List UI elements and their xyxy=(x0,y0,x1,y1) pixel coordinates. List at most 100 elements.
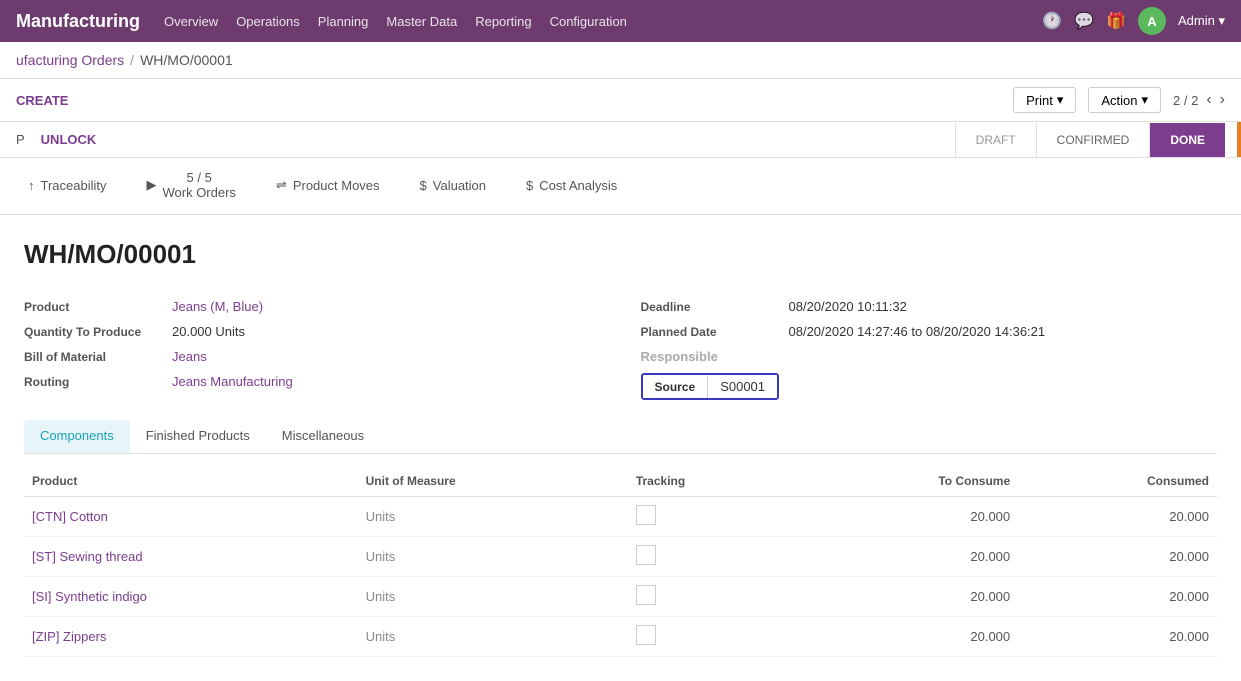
next-button[interactable]: › xyxy=(1220,91,1225,109)
nav-planning[interactable]: Planning xyxy=(318,14,369,29)
clock-icon[interactable]: 🕐 xyxy=(1042,11,1062,31)
chat-icon[interactable]: 💬 xyxy=(1074,11,1094,31)
col-product: Product xyxy=(24,466,358,497)
cell-tracking[interactable] xyxy=(628,537,795,577)
cell-uom: Units xyxy=(358,497,628,537)
nav-overview[interactable]: Overview xyxy=(164,14,218,29)
nav-reporting[interactable]: Reporting xyxy=(475,14,531,29)
source-input-box[interactable]: Source S00001 xyxy=(641,373,780,400)
bom-field: Bill of Material Jeans xyxy=(24,344,601,369)
cell-tracking[interactable] xyxy=(628,617,795,657)
planned-value: 08/20/2020 14:27:46 to 08/20/2020 14:36:… xyxy=(789,324,1046,339)
breadcrumb-parent[interactable]: ufacturing Orders xyxy=(16,52,124,68)
product-moves-icon: ⇌ xyxy=(276,177,287,193)
cell-uom: Units xyxy=(358,537,628,577)
top-navigation: Manufacturing Overview Operations Planni… xyxy=(0,0,1241,42)
planned-label: Planned Date xyxy=(641,325,781,339)
valuation-icon: $ xyxy=(420,178,427,193)
product-field: Product Jeans (M, Blue) xyxy=(24,294,601,319)
app-brand: Manufacturing xyxy=(16,11,140,32)
cell-consumed: 20.000 xyxy=(1018,577,1217,617)
status-left-actions: P UNLOCK xyxy=(16,122,96,157)
pagination-text: 2 / 2 xyxy=(1173,93,1198,108)
deadline-field: Deadline 08/20/2020 10:11:32 xyxy=(641,294,1218,319)
nav-operations[interactable]: Operations xyxy=(236,14,300,29)
col-tracking: Tracking xyxy=(628,466,795,497)
cell-uom: Units xyxy=(358,617,628,657)
cell-to-consume: 20.000 xyxy=(794,577,1018,617)
product-value[interactable]: Jeans (M, Blue) xyxy=(172,299,263,314)
order-title: WH/MO/00001 xyxy=(24,239,1217,270)
table-row: [CTN] Cotton Units 20.000 20.000 xyxy=(24,497,1217,537)
admin-dropdown[interactable]: Admin ▾ xyxy=(1178,13,1225,29)
action-label: Action xyxy=(1101,93,1137,108)
cell-consumed: 20.000 xyxy=(1018,617,1217,657)
qty-field: Quantity To Produce 20.000 Units xyxy=(24,319,601,344)
qty-label: Quantity To Produce xyxy=(24,325,164,339)
tab-work-orders[interactable]: ▶ 5 / 5Work Orders xyxy=(126,158,255,214)
unlock-button[interactable]: UNLOCK xyxy=(41,132,97,147)
breadcrumb: ufacturing Orders / WH/MO/00001 xyxy=(0,42,1241,79)
action-chevron-icon: ▾ xyxy=(1142,92,1149,108)
done-indicator xyxy=(1237,122,1241,157)
table-row: [ST] Sewing thread Units 20.000 20.000 xyxy=(24,537,1217,577)
tab-valuation[interactable]: $ Valuation xyxy=(400,158,506,214)
source-field: Source S00001 xyxy=(641,373,1218,400)
cell-tracking[interactable] xyxy=(628,577,795,617)
responsible-field: Responsible xyxy=(641,344,1218,369)
routing-label: Routing xyxy=(24,375,164,389)
status-draft[interactable]: DRAFT xyxy=(955,123,1036,157)
planned-field: Planned Date 08/20/2020 14:27:46 to 08/2… xyxy=(641,319,1218,344)
qty-value[interactable]: 20.000 Units xyxy=(172,324,245,339)
scrap-button[interactable]: P xyxy=(16,132,25,147)
cell-product[interactable]: [SI] Synthetic indigo xyxy=(24,577,358,617)
cell-to-consume: 20.000 xyxy=(794,617,1018,657)
work-orders-icon: ▶ xyxy=(146,177,156,193)
cell-consumed: 20.000 xyxy=(1018,537,1217,577)
cell-product[interactable]: [ST] Sewing thread xyxy=(24,537,358,577)
cell-tracking[interactable] xyxy=(628,497,795,537)
components-table: Product Unit of Measure Tracking To Cons… xyxy=(24,466,1217,657)
cost-analysis-icon: $ xyxy=(526,178,533,193)
tab-traceability[interactable]: ↑ Traceability xyxy=(8,158,126,214)
prev-button[interactable]: ‹ xyxy=(1206,91,1211,109)
status-confirmed[interactable]: CONFIRMED xyxy=(1036,123,1150,157)
create-button[interactable]: CREATE xyxy=(16,89,68,112)
product-label: Product xyxy=(24,300,164,314)
top-right-icons: 🕐 💬 🎁 A Admin ▾ xyxy=(1042,7,1225,35)
nav-master-data[interactable]: Master Data xyxy=(386,14,457,29)
nav-configuration[interactable]: Configuration xyxy=(550,14,627,29)
breadcrumb-separator: / xyxy=(130,52,134,68)
pagination: 2 / 2 ‹ › xyxy=(1173,91,1225,109)
bom-value[interactable]: Jeans xyxy=(172,349,207,364)
gift-icon[interactable]: 🎁 xyxy=(1106,11,1126,31)
table-row: [ZIP] Zippers Units 20.000 20.000 xyxy=(24,617,1217,657)
status-bar: P UNLOCK DRAFT CONFIRMED DONE xyxy=(0,122,1241,158)
cell-consumed: 20.000 xyxy=(1018,497,1217,537)
action-button[interactable]: Action ▾ xyxy=(1088,87,1161,113)
tab-components[interactable]: Components xyxy=(24,420,130,453)
tab-miscellaneous[interactable]: Miscellaneous xyxy=(266,420,380,453)
bom-label: Bill of Material xyxy=(24,350,164,364)
status-done[interactable]: DONE xyxy=(1149,123,1225,157)
routing-field: Routing Jeans Manufacturing xyxy=(24,369,601,394)
cell-to-consume: 20.000 xyxy=(794,497,1018,537)
print-label: Print xyxy=(1026,93,1053,108)
cell-product[interactable]: [CTN] Cotton xyxy=(24,497,358,537)
cell-to-consume: 20.000 xyxy=(794,537,1018,577)
routing-value[interactable]: Jeans Manufacturing xyxy=(172,374,293,389)
cell-product[interactable]: [ZIP] Zippers xyxy=(24,617,358,657)
print-chevron-icon: ▾ xyxy=(1057,92,1064,108)
responsible-label: Responsible xyxy=(641,349,781,364)
table-row: [SI] Synthetic indigo Units 20.000 20.00… xyxy=(24,577,1217,617)
avatar[interactable]: A xyxy=(1138,7,1166,35)
tab-finished-products[interactable]: Finished Products xyxy=(130,420,266,453)
source-label: Source xyxy=(643,376,709,398)
tab-product-moves[interactable]: ⇌ Product Moves xyxy=(256,158,400,214)
source-value: S00001 xyxy=(708,375,777,398)
tab-cost-analysis[interactable]: $ Cost Analysis xyxy=(506,158,637,214)
print-button[interactable]: Print ▾ xyxy=(1013,87,1076,113)
breadcrumb-current: WH/MO/00001 xyxy=(140,52,233,68)
action-bar: CREATE Print ▾ Action ▾ 2 / 2 ‹ › xyxy=(0,79,1241,122)
cell-uom: Units xyxy=(358,577,628,617)
